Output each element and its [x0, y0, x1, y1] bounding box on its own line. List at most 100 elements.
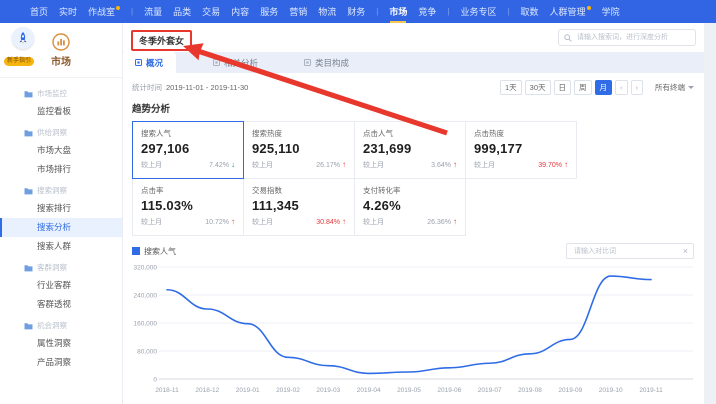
nav-item-label: 财务	[347, 5, 365, 18]
sidebar-item-属性洞察[interactable]: 属性洞察	[0, 334, 122, 353]
nav-item-品类[interactable]: 品类	[173, 0, 191, 23]
metric-name: 搜索热度	[252, 128, 346, 139]
x-tick-label: 2019-09	[558, 387, 582, 394]
arrow-up-icon: ↑	[453, 161, 457, 169]
nav-item-流量[interactable]: 流量	[144, 0, 162, 23]
x-tick-label: 2019-08	[518, 387, 542, 394]
keyword-search-box[interactable]	[558, 29, 696, 46]
tab-icon	[135, 59, 142, 66]
nav-item-实时[interactable]: 实时	[59, 0, 77, 23]
notification-dot-icon	[587, 6, 591, 10]
sidebar-item-客群透视[interactable]: 客群透视	[0, 295, 122, 314]
folder-icon	[24, 90, 33, 98]
nav-item-市场[interactable]: 市场	[389, 0, 407, 23]
assistant-badge[interactable]: 新手指引	[4, 57, 34, 66]
nav-item-label: 业务专区	[460, 5, 496, 18]
assistant-widget[interactable]: 新手指引	[4, 27, 50, 67]
nav-item-作战室[interactable]: 作战室	[88, 0, 120, 23]
range-button-周[interactable]: 周	[574, 80, 592, 95]
metric-value: 111,345	[252, 198, 346, 213]
sidebar-item-市场排行[interactable]: 市场排行	[0, 160, 122, 179]
x-tick-label: 2019-01	[236, 387, 260, 394]
arrow-up-icon: ↑	[342, 218, 346, 226]
prev-page-button[interactable]: ‹	[615, 80, 628, 95]
rocket-icon[interactable]	[12, 27, 34, 49]
sidebar-group-label: 供给洞察	[37, 127, 67, 138]
nav-item-取数[interactable]: 取数	[521, 0, 539, 23]
metric-card-点击热度[interactable]: 点击热度999,177较上月39.70%↑	[465, 121, 577, 179]
chevron-down-icon	[688, 86, 694, 89]
tab-icon	[304, 59, 311, 66]
compare-label: 较上月	[252, 217, 273, 227]
arrow-up-icon: ↑	[564, 161, 568, 169]
legend-label: 搜索人气	[144, 246, 176, 257]
tab-label: 相关分析	[224, 57, 258, 69]
y-tick-label: 320,000	[134, 265, 158, 272]
nav-item-服务[interactable]: 服务	[260, 0, 278, 23]
folder-icon	[24, 129, 33, 137]
tab-类目构成[interactable]: 类目构成	[291, 52, 362, 73]
next-page-button[interactable]: ›	[631, 80, 644, 95]
range-button-30天[interactable]: 30天	[525, 80, 551, 95]
nav-item-内容[interactable]: 内容	[231, 0, 249, 23]
tab-label: 类目构成	[315, 57, 349, 69]
tab-相关分析[interactable]: 相关分析	[200, 52, 271, 73]
nav-item-学院[interactable]: 学院	[602, 0, 620, 23]
metric-card-点击人气[interactable]: 点击人气231,699较上月3.64%↑	[354, 121, 466, 179]
terminal-select[interactable]: 所有终端	[655, 82, 694, 93]
date-controls: 1天30天日周月‹› 所有终端	[500, 80, 694, 95]
sidebar-item-市场大盘[interactable]: 市场大盘	[0, 141, 122, 160]
nav-item-label: 内容	[231, 5, 249, 18]
nav-item-label: 取数	[521, 5, 539, 18]
nav-item-业务专区[interactable]: 业务专区	[460, 0, 496, 23]
nav-item-竞争[interactable]: 竞争	[418, 0, 436, 23]
x-tick-label: 2019-03	[316, 387, 340, 394]
metric-card-搜索人气[interactable]: 搜索人气297,106较上月7.42%↓	[132, 121, 244, 179]
metric-card-支付转化率[interactable]: 支付转化率4.26%较上月26.36%↑	[354, 178, 466, 236]
search-input[interactable]	[575, 33, 690, 42]
compare-label: 较上月	[141, 217, 162, 227]
nav-item-财务[interactable]: 财务	[347, 0, 365, 23]
top-nav-items: 首页实时作战室|流量品类交易内容服务营销物流财务|市场竞争|业务专区|取数人群管…	[30, 0, 620, 23]
y-tick-label: 240,000	[134, 293, 158, 300]
sidebar-menu: 市场监控监控看板供给洞察市场大盘市场排行搜索洞察搜索排行搜索分析搜索人群客群洞察…	[0, 78, 122, 372]
metric-compare: 较上月7.42%↓	[141, 160, 235, 170]
metric-card-点击率[interactable]: 点击率115.03%较上月10.72%↑	[132, 178, 244, 236]
sidebar-item-搜索分析[interactable]: 搜索分析	[0, 218, 122, 237]
sidebar-item-监控看板[interactable]: 监控看板	[0, 102, 122, 121]
metric-name: 点击热度	[474, 128, 568, 139]
metric-card-交易指数[interactable]: 交易指数111,345较上月30.84%↑	[243, 178, 355, 236]
sidebar-item-搜索排行[interactable]: 搜索排行	[0, 199, 122, 218]
compare-word-box[interactable]: ×	[566, 243, 694, 259]
nav-item-首页[interactable]: 首页	[30, 0, 48, 23]
sidebar-item-行业客群[interactable]: 行业客群	[0, 276, 122, 295]
metric-card-搜索热度[interactable]: 搜索热度925,110较上月26.17%↑	[243, 121, 355, 179]
change-percent: 10.72%	[205, 219, 229, 226]
sidebar-group: 供给洞察市场大盘市场排行	[0, 124, 122, 179]
date-range-value[interactable]: 2019-11-01 - 2019-11-30	[166, 83, 248, 92]
clear-icon[interactable]: ×	[683, 247, 688, 256]
metric-value: 297,106	[141, 141, 235, 156]
nav-item-label: 服务	[260, 5, 278, 18]
x-tick-label: 2018-11	[155, 387, 179, 394]
x-tick-label: 2019-11	[639, 387, 663, 394]
nav-item-交易[interactable]: 交易	[202, 0, 220, 23]
sidebar-group-label: 搜索洞察	[37, 185, 67, 196]
tab-概况[interactable]: 概况	[122, 52, 176, 73]
nav-item-物流[interactable]: 物流	[318, 0, 336, 23]
metric-value: 115.03%	[141, 198, 235, 213]
range-button-日[interactable]: 日	[554, 80, 572, 95]
nav-item-label: 人群管理	[550, 5, 586, 18]
sidebar-item-搜索人群[interactable]: 搜索人群	[0, 237, 122, 256]
rocket-glyph	[16, 31, 30, 45]
nav-item-label: 竞争	[418, 5, 436, 18]
range-button-1天[interactable]: 1天	[500, 80, 522, 95]
compare-word-input[interactable]	[572, 247, 680, 256]
sidebar-group: 市场监控监控看板	[0, 85, 122, 121]
nav-item-营销[interactable]: 营销	[289, 0, 307, 23]
range-button-月[interactable]: 月	[595, 80, 613, 95]
keyword-highlight-box[interactable]: 冬季外套女	[131, 30, 192, 51]
nav-item-人群管理[interactable]: 人群管理	[550, 0, 591, 23]
folder-icon	[24, 187, 33, 195]
sidebar-item-产品洞察[interactable]: 产品洞察	[0, 353, 122, 372]
